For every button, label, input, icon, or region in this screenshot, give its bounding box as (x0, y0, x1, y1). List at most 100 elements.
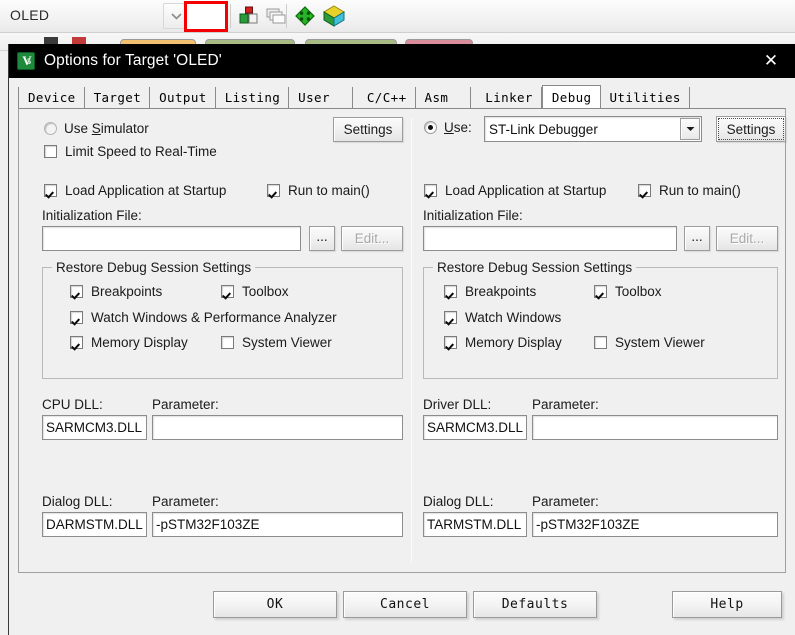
ok-button[interactable]: OK (213, 591, 337, 618)
chevron-down-icon[interactable] (680, 118, 700, 140)
restore-system-viewer-checkbox-right[interactable]: System Viewer (594, 335, 705, 350)
load-app-at-startup-checkbox-left[interactable]: Load Application at Startup (44, 183, 226, 198)
driver-dll-input[interactable]: SARMCM3.DLL (423, 415, 527, 440)
tab-target[interactable]: Target (84, 87, 151, 108)
limit-speed-checkbox[interactable]: Limit Speed to Real-Time (44, 144, 217, 159)
restore-breakpoints-checkbox-left[interactable]: Breakpoints (70, 284, 162, 299)
help-button[interactable]: Help (672, 591, 782, 618)
tab-output[interactable]: Output (150, 87, 216, 108)
init-file-input-right[interactable] (423, 226, 677, 251)
dialog-dll-label-left: Dialog DLL: (42, 494, 113, 509)
tab-linker[interactable]: Linker (471, 87, 542, 108)
restore-breakpoints-checkbox-right[interactable]: Breakpoints (444, 284, 536, 299)
run-to-main-label: Run to main() (659, 183, 741, 198)
restore-memory-display-checkbox-left[interactable]: Memory Display (70, 335, 188, 350)
dialog-parameter-input-left[interactable]: -pSTM32F103ZE (152, 512, 403, 537)
load-app-at-startup-checkbox-right[interactable]: Load Application at Startup (424, 183, 606, 198)
radio-indicator (424, 121, 437, 134)
target-options-icon[interactable] (235, 2, 263, 30)
edit-button-left[interactable]: Edit... (341, 226, 403, 251)
use-radio-accel: U (444, 120, 454, 135)
simulator-settings-button[interactable]: Settings (333, 117, 403, 142)
debugger-settings-button[interactable]: Settings (716, 116, 786, 142)
uvision-icon: V5 (17, 52, 35, 70)
run-to-main-checkbox-left[interactable]: Run to main() (267, 183, 370, 198)
tab-utilities[interactable]: Utilities (600, 87, 690, 108)
restore-watch-windows-checkbox-right[interactable]: Watch Windows (444, 310, 561, 325)
tab-user[interactable]: User (289, 87, 353, 108)
restore-debug-session-group-right: Restore Debug Session Settings Breakpoin… (423, 260, 778, 379)
manage-run-time-icon[interactable] (320, 2, 348, 30)
debugger-select-value: ST-Link Debugger (489, 121, 598, 137)
restore-item-label: Breakpoints (91, 284, 163, 299)
checkbox-indicator (44, 145, 57, 158)
checkbox-indicator (221, 336, 234, 349)
use-radio-label: se: (453, 120, 472, 135)
restore-memory-display-checkbox-right[interactable]: Memory Display (444, 335, 562, 350)
tab-cpp[interactable]: C/C++ (352, 87, 416, 108)
debugger-select[interactable]: ST-Link Debugger (484, 116, 702, 142)
cancel-button[interactable]: Cancel (343, 591, 467, 618)
dialog-parameter-label-right: Parameter: (532, 494, 599, 509)
dialog-titlebar[interactable]: V5 Options for Target 'OLED' ✕ (9, 44, 795, 78)
restore-toolbox-checkbox-right[interactable]: Toolbox (594, 284, 662, 299)
radio-indicator (44, 122, 57, 135)
tab-asm[interactable]: Asm (415, 87, 472, 108)
run-to-main-checkbox-right[interactable]: Run to main() (638, 183, 741, 198)
dialog-parameter-input-right[interactable]: -pSTM32F103ZE (532, 512, 778, 537)
limit-speed-label: Limit Speed to Real-Time (65, 144, 217, 159)
driver-parameter-input[interactable] (532, 415, 778, 440)
checkbox-indicator (70, 336, 83, 349)
browse-button-left[interactable]: ... (309, 226, 335, 251)
checkbox-indicator (221, 285, 234, 298)
restore-watch-windows-checkbox-left[interactable]: Watch Windows & Performance Analyzer (70, 310, 337, 325)
pack-installer-icon[interactable] (291, 2, 319, 30)
tab-debug[interactable]: Debug (541, 85, 601, 108)
checkbox-indicator (594, 336, 607, 349)
init-file-label-left: Initialization File: (42, 208, 142, 223)
edit-button-right[interactable]: Edit... (716, 226, 778, 251)
dialog-dll-input-left[interactable]: DARMSTM.DLL (42, 512, 147, 537)
close-icon[interactable]: ✕ (747, 44, 795, 78)
defaults-button[interactable]: Defaults (473, 591, 597, 618)
init-file-input-left[interactable] (42, 226, 301, 251)
restore-system-viewer-checkbox-left[interactable]: System Viewer (221, 335, 332, 350)
tab-strip: Device Target Output Listing User C/C++ … (9, 85, 795, 108)
init-file-label-right: Initialization File: (423, 208, 523, 223)
driver-dll-label: Driver DLL: (423, 397, 492, 412)
toolbar-separator (286, 4, 287, 28)
cpu-dll-input[interactable]: SARMCM3.DLL (42, 415, 147, 440)
tab-device[interactable]: Device (18, 87, 85, 108)
restore-item-label: Toolbox (242, 284, 289, 299)
magic-wand-highlight-box (184, 1, 228, 32)
cpu-parameter-input[interactable] (152, 415, 403, 440)
use-debugger-radio[interactable]: Use: (424, 120, 472, 135)
debug-tab-page: Use Simulator Settings Limit Speed to Re… (18, 108, 786, 573)
dialog-parameter-label-left: Parameter: (152, 494, 219, 509)
cpu-parameter-label: Parameter: (152, 397, 219, 412)
dialog-dll-input-right[interactable]: TARMSTM.DLL (423, 512, 527, 537)
restore-item-label: Memory Display (465, 335, 562, 350)
checkbox-indicator (70, 311, 83, 324)
checkbox-indicator (267, 184, 280, 197)
tab-listing[interactable]: Listing (215, 87, 290, 108)
driver-parameter-label: Parameter: (532, 397, 599, 412)
use-simulator-label-rest: imulator (100, 121, 149, 136)
checkbox-indicator (444, 311, 457, 324)
restore-toolbox-checkbox-left[interactable]: Toolbox (221, 284, 289, 299)
group-title: Restore Debug Session Settings (433, 260, 637, 275)
use-simulator-radio[interactable]: Use Simulator (44, 121, 149, 136)
ide-toolbar: OLED (0, 0, 795, 33)
cpu-dll-label: CPU DLL: (42, 397, 103, 412)
browse-button-right[interactable]: ... (684, 226, 710, 251)
restore-item-label: Toolbox (615, 284, 662, 299)
restore-item-label: Watch Windows (465, 310, 562, 325)
options-for-target-dialog: V5 Options for Target 'OLED' ✕ Device Ta… (8, 44, 795, 635)
group-title: Restore Debug Session Settings (52, 260, 256, 275)
restore-item-label: Watch Windows & Performance Analyzer (91, 310, 337, 325)
dialog-button-bar: OK Cancel Defaults Help (9, 577, 795, 635)
use-simulator-label: Use (64, 121, 92, 136)
debugger-pane: Use: ST-Link Debugger Settings Load Appl… (412, 109, 786, 572)
target-combo-value[interactable]: OLED (10, 7, 49, 23)
restore-item-label: System Viewer (615, 335, 705, 350)
